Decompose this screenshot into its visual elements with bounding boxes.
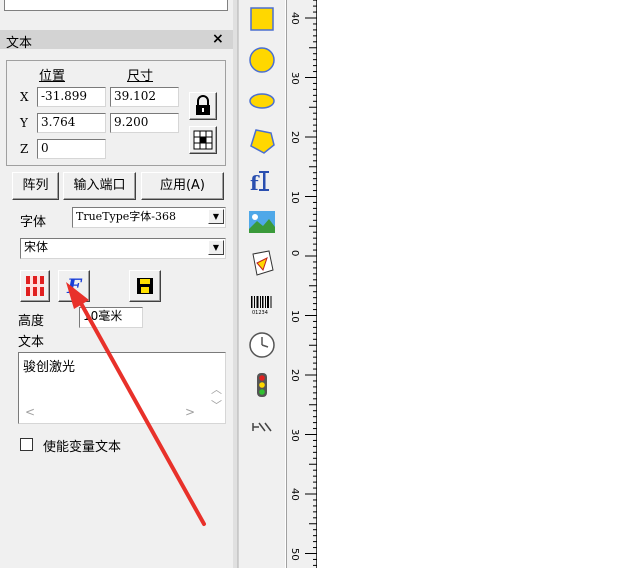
panel-title-bar [0, 30, 233, 49]
import-port-button[interactable]: 输入端口 [63, 172, 136, 200]
text-tool-icon: f [250, 171, 269, 195]
svg-text:f: f [250, 171, 260, 195]
polygon-tool[interactable] [246, 126, 278, 156]
ruler-label: 40 [289, 488, 300, 501]
scroll-up-icon[interactable]: ︿ [211, 381, 222, 397]
circle-tool[interactable] [246, 45, 278, 75]
vector-file-tool[interactable] [246, 248, 278, 278]
ellipse-tool[interactable] [246, 86, 278, 116]
rectangle-tool[interactable] [246, 4, 278, 34]
ruler-label: 20 [289, 131, 300, 144]
scroll-down-icon[interactable]: ﹀ [211, 397, 222, 413]
font-name-select[interactable]: 宋体 ▼ [20, 238, 226, 259]
font-name-value: 宋体 [24, 240, 49, 254]
floppy-disk-icon [137, 278, 153, 294]
ruler-label: 10 [289, 190, 300, 204]
image-icon [249, 211, 275, 233]
font-param-button[interactable] [20, 270, 50, 302]
font-type-value: TrueType字体-368 [76, 210, 177, 223]
lock-icon [196, 95, 210, 115]
barcode-tool[interactable]: 01234 [246, 289, 278, 319]
text-tool[interactable]: f [246, 166, 278, 196]
size-label: 尺寸 [127, 69, 154, 84]
save-button[interactable] [129, 270, 161, 302]
font-f-icon: F [66, 274, 83, 298]
signal-io-tool[interactable] [246, 370, 278, 400]
delay-tool[interactable] [246, 411, 278, 441]
font-type-select[interactable]: TrueType字体-368 ▼ [72, 207, 226, 228]
chevron-down-icon[interactable]: ▼ [208, 209, 224, 224]
position-x-field[interactable]: -31.899 [37, 87, 106, 107]
bitmap-tool[interactable] [246, 207, 278, 237]
ruler-label: 10 [289, 309, 300, 323]
variable-text-label: 使能变量文本 [43, 440, 122, 455]
scroll-right-icon[interactable]: > [185, 405, 195, 419]
ruler-label: 30 [289, 428, 300, 442]
panel-title: 文本 [6, 36, 33, 51]
barcode-icon: 01234 [251, 296, 272, 316]
font-param-icon [26, 276, 44, 296]
text-content-area[interactable]: 骏创激光 ︿ ﹀ < > [18, 352, 226, 424]
x-label: X [20, 90, 29, 104]
clock-icon [249, 332, 275, 358]
position-y-field[interactable]: 3.764 [37, 113, 106, 133]
text-label: 文本 [18, 335, 45, 350]
ruler-label: 20 [289, 369, 300, 382]
height-label: 高度 [18, 314, 45, 329]
z-label: Z [20, 142, 29, 156]
vector-file-icon [252, 250, 274, 276]
font-label: 字体 [20, 215, 47, 230]
close-icon[interactable]: × [212, 31, 224, 47]
traffic-light-icon [257, 373, 267, 397]
delay-icon [252, 422, 272, 432]
ruler-label: 30 [289, 71, 300, 85]
apply-button[interactable]: 应用(A) [141, 172, 224, 200]
ruler-label: 40 [289, 12, 300, 25]
array-button[interactable]: 阵列 [12, 172, 59, 200]
y-label: Y [20, 116, 28, 130]
font-select-button[interactable]: F [58, 270, 90, 302]
position-label: 位置 [39, 69, 66, 84]
svg-text:01234: 01234 [252, 310, 268, 316]
drawing-canvas[interactable] [317, 0, 624, 568]
size-height-field[interactable]: 9.200 [110, 113, 179, 133]
ellipse-icon [249, 93, 275, 109]
ruler-label: 50 [289, 547, 300, 561]
anchor-grid-button[interactable] [189, 126, 217, 154]
ruler-label: 0 [289, 250, 300, 257]
svg-text:F: F [66, 274, 83, 298]
position-z-field[interactable]: 0 [37, 139, 106, 159]
text-content-value: 骏创激光 [23, 360, 76, 375]
scroll-left-icon[interactable]: < [25, 405, 35, 419]
lock-button[interactable] [189, 92, 217, 120]
top-list-box[interactable] [4, 0, 228, 11]
chevron-down-icon[interactable]: ▼ [208, 240, 224, 255]
variable-text-checkbox[interactable] [20, 438, 33, 451]
rectangle-icon [250, 7, 274, 31]
polygon-icon [250, 129, 275, 154]
clock-tool[interactable] [246, 330, 278, 360]
grid-icon [193, 130, 213, 150]
height-field[interactable]: 10毫米 [79, 307, 143, 328]
size-width-field[interactable]: 39.102 [110, 87, 179, 107]
circle-icon [249, 47, 275, 73]
